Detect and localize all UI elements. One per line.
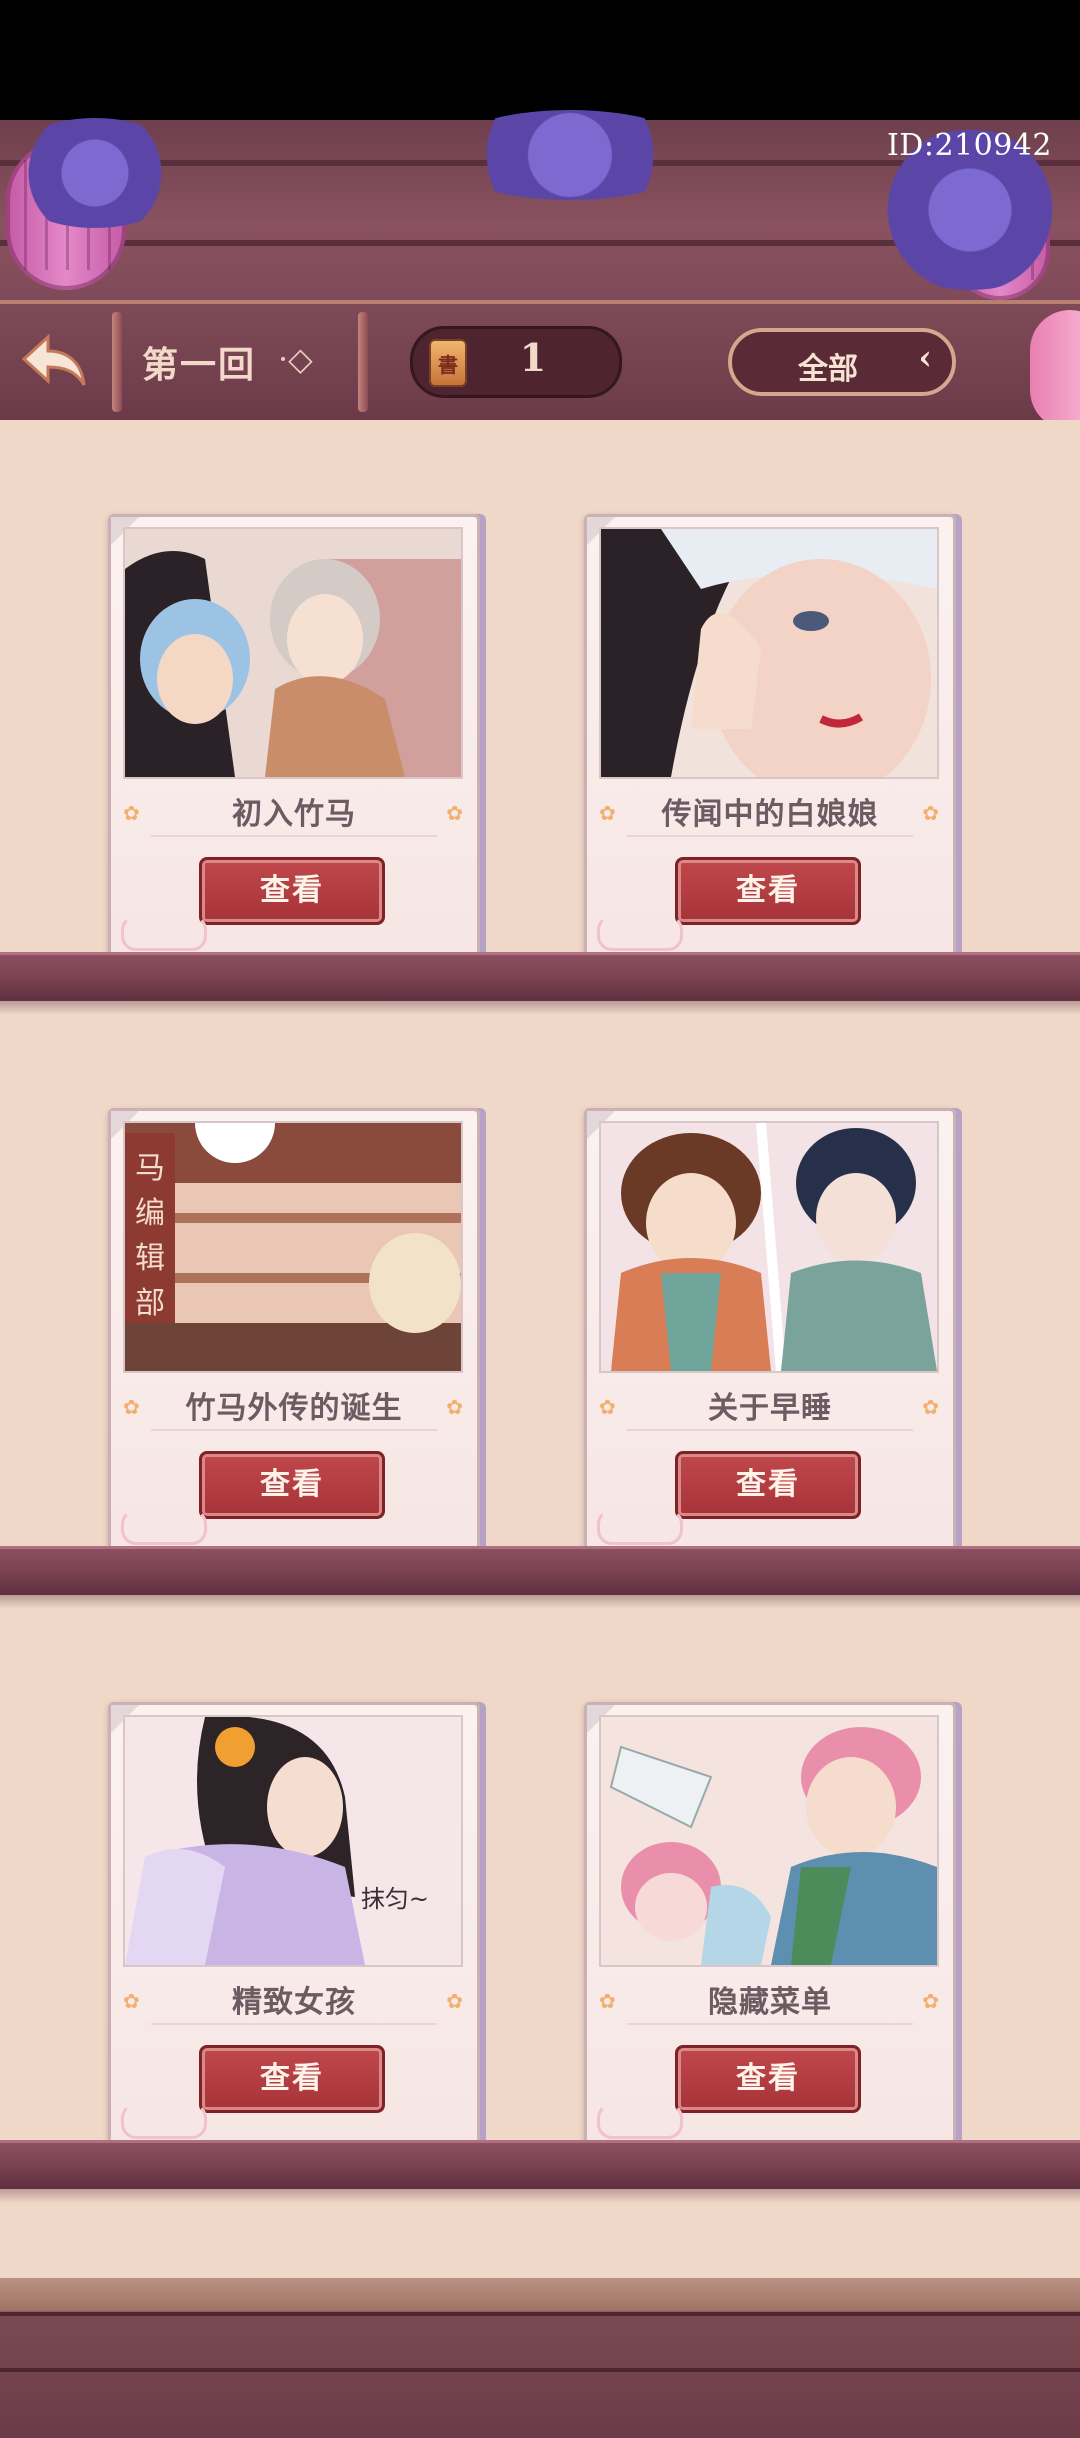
shelf-shadow — [0, 2189, 1080, 2203]
story-card[interactable]: ✿ ✿ 关于早睡 查看 — [584, 1108, 956, 1554]
view-button[interactable]: 查看 — [199, 1451, 385, 1519]
shelf-plank — [0, 1546, 1080, 1595]
cloud-decoration — [121, 915, 207, 951]
filter-label: 全部 — [798, 352, 858, 387]
back-button[interactable] — [14, 320, 96, 402]
sign-char: 编 — [135, 1196, 165, 1231]
story-thumbnail: 抹匀~ — [123, 1715, 463, 1967]
floor-line — [0, 2312, 1080, 2316]
story-card[interactable]: ✿ ✿ 传闻中的白娘娘 查看 — [584, 514, 956, 960]
flower-decoration — [440, 110, 700, 200]
floor-line — [0, 2368, 1080, 2372]
title-underline — [627, 2023, 913, 2025]
story-thumbnail: 马 编 辑 部 — [123, 1121, 463, 1373]
back-arrow-icon — [21, 333, 86, 386]
story-title: 关于早睡 — [708, 1391, 832, 1426]
floor — [0, 2278, 1080, 2438]
view-button[interactable]: 查看 — [675, 857, 861, 925]
title-underline — [627, 835, 913, 837]
story-thumbnail — [599, 1121, 939, 1373]
story-thumbnail — [599, 527, 939, 779]
cloud-decoration — [121, 1509, 207, 1545]
title-underline — [627, 1429, 913, 1431]
collection-counter: 書 1 — [410, 326, 622, 398]
story-card[interactable]: ✿ ✿ 初入竹马 查看 — [108, 514, 480, 960]
view-button[interactable]: 查看 — [199, 2045, 385, 2113]
chapter-nav-bar: 第一回 ·◇ 書 1 全部 ‹ — [0, 300, 1080, 426]
shelf-shadow — [0, 1001, 1080, 1015]
story-thumbnail — [599, 1715, 939, 1967]
view-button[interactable]: 查看 — [675, 2045, 861, 2113]
shelf-plank — [0, 2140, 1080, 2189]
shelf-shadow — [0, 1595, 1080, 1609]
chapter-label: 第一回 — [142, 344, 257, 386]
story-card[interactable]: 抹匀~ ✿ ✿ 精致女孩 查看 — [108, 1702, 480, 2148]
chapter-deco: ·◇ — [278, 340, 313, 378]
cloud-decoration — [597, 2103, 683, 2139]
story-title: 传闻中的白娘娘 — [661, 797, 879, 832]
story-title: 精致女孩 — [232, 1985, 356, 2020]
story-title: 初入竹马 — [232, 797, 356, 832]
cloud-decoration — [597, 1509, 683, 1545]
counter-value: 1 — [519, 335, 547, 380]
user-id-label: ID:210942 — [886, 128, 1052, 163]
scroll-icon: 書 — [429, 339, 467, 387]
chevron-left-icon: ‹ — [918, 338, 932, 378]
status-bar — [0, 0, 1080, 120]
story-title: 隐藏菜单 — [708, 1985, 832, 2020]
story-title: 竹马外传的诞生 — [185, 1391, 403, 1426]
flower-decoration — [0, 118, 190, 228]
story-thumbnail — [123, 527, 463, 779]
story-card[interactable]: 马 编 辑 部 ✿ ✿ 竹马外传的诞生 查看 — [108, 1108, 480, 1554]
title-underline — [151, 835, 437, 837]
lantern-decoration — [1030, 310, 1080, 430]
cloud-decoration — [121, 2103, 207, 2139]
view-button[interactable]: 查看 — [199, 857, 385, 925]
sign-char: 辑 — [135, 1241, 165, 1276]
cloud-decoration — [597, 915, 683, 951]
sign-char: 部 — [135, 1286, 165, 1321]
nav-divider — [112, 312, 122, 412]
view-button[interactable]: 查看 — [675, 1451, 861, 1519]
shelf-plank — [0, 952, 1080, 1001]
title-underline — [151, 2023, 437, 2025]
title-underline — [151, 1429, 437, 1431]
filter-all-button[interactable]: 全部 ‹ — [728, 328, 956, 396]
sign-char: 马 — [135, 1151, 165, 1186]
speech-text: 抹匀~ — [361, 1885, 429, 1913]
story-card[interactable]: ✿ ✿ 隐藏菜单 查看 — [584, 1702, 956, 2148]
nav-divider — [358, 312, 368, 412]
